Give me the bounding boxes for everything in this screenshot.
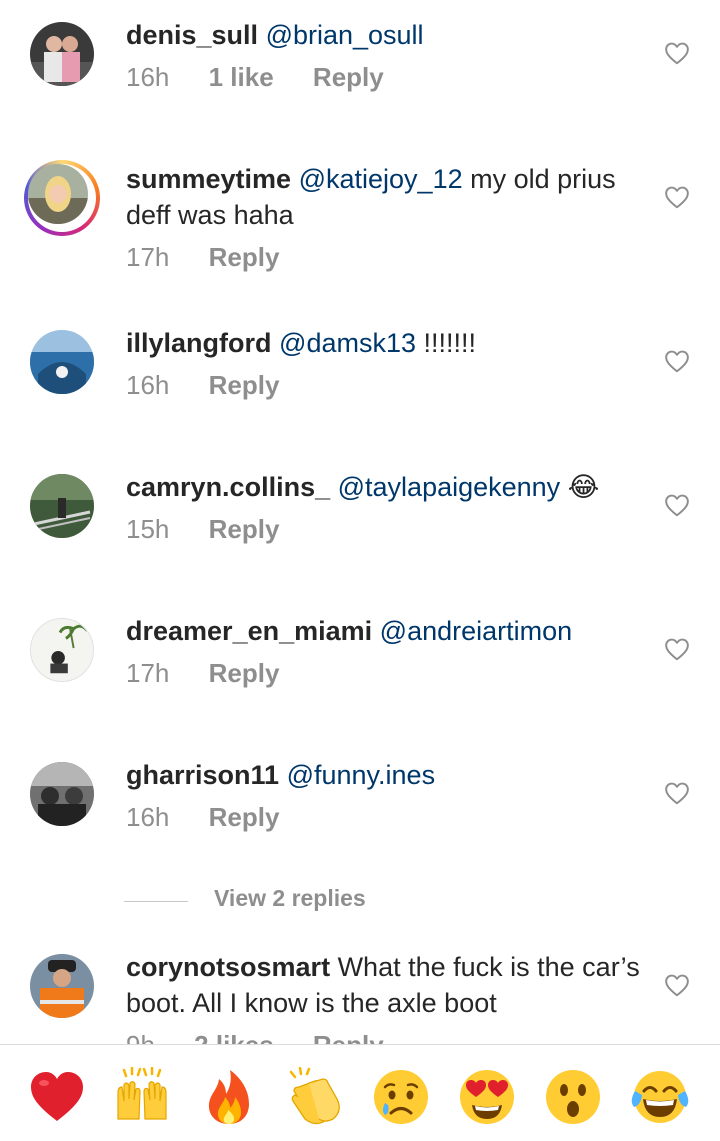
comment-meta: 16h Reply [126,802,311,833]
avatar[interactable] [30,762,94,826]
comment-body: 😂 [560,472,600,502]
avatar[interactable] [30,330,94,394]
divider [124,901,188,902]
comment-time: 16h [126,802,170,832]
comment-username[interactable]: camryn.collins_ [126,472,330,502]
comment-time: 9h [126,1030,155,1044]
heart-icon[interactable] [664,493,690,517]
heart-icon[interactable] [664,973,690,997]
heart-icon[interactable] [664,185,690,209]
comment-username[interactable]: summeytime [126,164,291,194]
heart-icon[interactable] [664,637,690,661]
comment-meta: 17h Reply [126,242,311,273]
red-heart-emoji[interactable] [27,1067,87,1127]
comment-meta: 9h 2 likes Reply [126,1030,416,1044]
comment-username[interactable]: gharrison11 [126,760,279,790]
comment-username[interactable]: dreamer_en_miami [126,616,372,646]
reply-button[interactable]: Reply [209,802,280,832]
reply-button[interactable]: Reply [209,514,280,544]
comment-text: illylangford @damsk13 !!!!!!! [126,325,646,361]
comment-time: 16h [126,370,170,400]
avatar[interactable] [30,954,94,1018]
comment-mention[interactable]: @katiejoy_12 [299,164,463,194]
comment-mention[interactable]: @andreiartimon [380,616,573,646]
emoji-reaction-bar [0,1044,720,1141]
reply-button[interactable]: Reply [313,1030,384,1044]
comment-mention[interactable]: @brian_osull [266,20,424,50]
comment-likes[interactable]: 2 likes [194,1030,274,1044]
comment-text: dreamer_en_miami @andreiartimon [126,613,646,649]
comment-meta: 16h Reply [126,370,311,401]
comment-text: denis_sull @brian_osull [126,17,646,53]
comment-username[interactable]: illylangford [126,328,272,358]
surprised-face-emoji[interactable] [543,1067,603,1127]
heart-icon[interactable] [664,41,690,65]
avatar[interactable] [30,474,94,538]
comment-likes[interactable]: 1 like [209,62,274,92]
heart-icon[interactable] [664,781,690,805]
comment-mention[interactable]: @taylapaigekenny [338,472,561,502]
comment-meta: 16h 1 like Reply [126,62,416,93]
reply-button[interactable]: Reply [209,242,280,272]
avatar[interactable] [30,22,94,86]
reply-button[interactable]: Reply [209,658,280,688]
heart-icon[interactable] [664,349,690,373]
view-replies-label[interactable]: View 2 replies [214,885,366,912]
comment-username[interactable]: corynotsosmart [126,952,330,982]
avatar[interactable] [30,618,94,682]
comment-username[interactable]: denis_sull [126,20,258,50]
comment-text: gharrison11 @funny.ines [126,757,646,793]
comment-time: 15h [126,514,170,544]
fire-emoji[interactable] [199,1067,259,1127]
reply-button[interactable]: Reply [313,62,384,92]
raising-hands-emoji[interactable] [112,1067,172,1127]
crying-face-emoji[interactable] [371,1067,431,1127]
comment-time: 17h [126,242,170,272]
comment-time: 16h [126,62,170,92]
reply-button[interactable]: Reply [209,370,280,400]
comments-list: denis_sull @brian_osull 16h 1 like Reply [0,0,720,1044]
comment-text: summeytime @katiejoy_12 my old prius def… [126,161,646,233]
clapping-hands-emoji[interactable] [285,1067,345,1127]
comment-mention[interactable]: @funny.ines [287,760,436,790]
comment-text: corynotsosmart What the fuck is the car’… [126,949,646,1021]
comment-text: camryn.collins_ @taylapaigekenny 😂 [126,469,646,505]
tears-of-joy-emoji[interactable] [630,1067,690,1127]
comment-meta: 17h Reply [126,658,311,689]
comment-time: 17h [126,658,170,688]
heart-eyes-emoji[interactable] [457,1067,517,1127]
comment-mention[interactable]: @damsk13 [279,328,416,358]
avatar[interactable] [24,160,100,236]
comment-meta: 15h Reply [126,514,311,545]
comment-body: !!!!!!! [416,328,477,358]
